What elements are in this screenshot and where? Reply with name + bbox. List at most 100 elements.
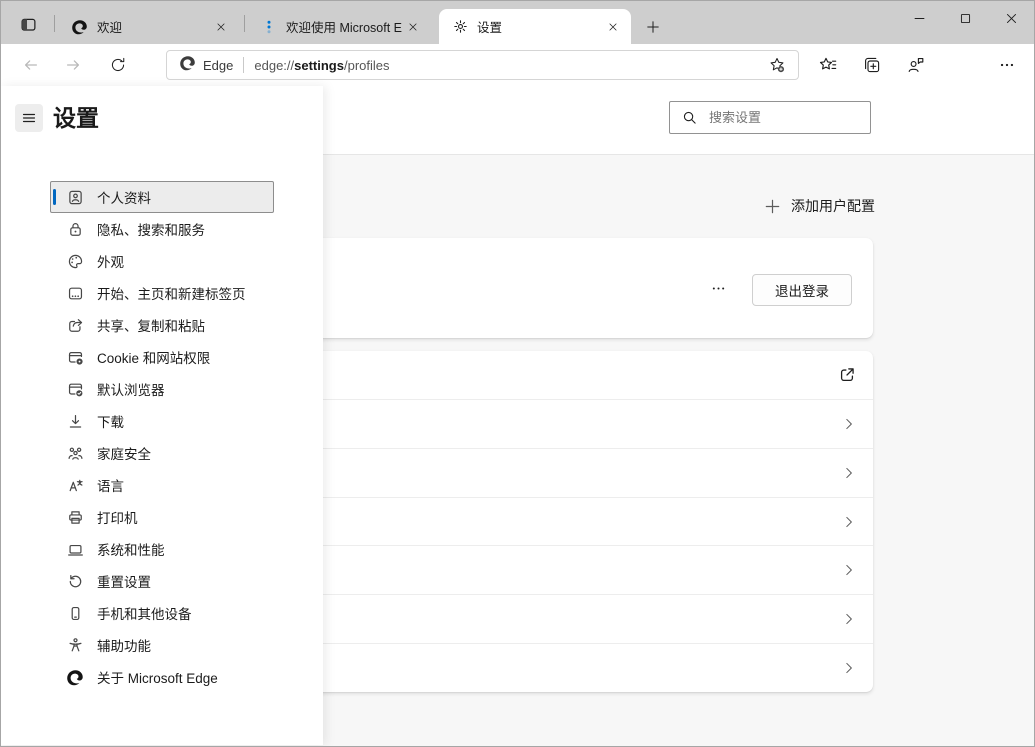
edge-logo-icon (180, 55, 196, 76)
tab-close-icon[interactable] (210, 16, 232, 38)
sidebar-item-reset-settings[interactable]: 重置设置 (50, 565, 274, 597)
address-divider (243, 57, 244, 73)
profile-card-icon (67, 189, 84, 206)
browser-check-icon (67, 381, 84, 398)
chevron-right-icon (842, 612, 856, 626)
refresh-button[interactable] (104, 51, 132, 79)
address-bar[interactable]: Edge edge://settings/profiles (166, 50, 799, 80)
accessibility-icon (67, 637, 84, 654)
back-button[interactable] (17, 51, 45, 79)
sidebar-item-share-copy-paste[interactable]: 共享、复制和粘贴 (50, 309, 274, 341)
loading-dots-icon (261, 19, 277, 35)
search-icon (682, 110, 697, 125)
tab-title: 设置 (477, 17, 602, 36)
settings-more-icon[interactable] (993, 51, 1021, 79)
laptop-icon (67, 541, 84, 558)
plus-icon (764, 198, 781, 215)
chevron-right-icon (842, 417, 856, 431)
sidebar-item-label: 下载 (97, 411, 124, 431)
share-icon (67, 317, 84, 334)
feedback-person-chat-icon[interactable] (902, 51, 930, 79)
menu-toggle-button[interactable] (15, 104, 43, 132)
tab-title: 欢迎 (97, 17, 210, 36)
new-tab-button[interactable] (640, 14, 666, 40)
sidebar-item-languages[interactable]: 语言 (50, 469, 274, 501)
translate-icon (67, 477, 84, 494)
sidebar-item-label: 手机和其他设备 (97, 603, 192, 623)
add-profile-button[interactable]: 添加用户配置 (764, 196, 875, 216)
chevron-right-icon (842, 515, 856, 529)
sidebar-item-label: Cookie 和网站权限 (97, 347, 210, 367)
minimize-button[interactable] (896, 1, 942, 36)
sidebar-item-appearance[interactable]: 外观 (50, 245, 274, 277)
tab-welcome-edge[interactable]: 欢迎使用 Microsoft Edge (248, 9, 431, 44)
tab-settings[interactable]: 设置 (439, 9, 631, 44)
sidebar-item-cookies-permissions[interactable]: Cookie 和网站权限 (50, 341, 274, 373)
gear-icon (452, 19, 468, 35)
sidebar-item-label: 重置设置 (97, 571, 151, 591)
sidebar-item-label: 语言 (97, 475, 124, 495)
sidebar-item-printers[interactable]: 打印机 (50, 501, 274, 533)
tab-separator (244, 15, 245, 32)
sidebar-item-label: 共享、复制和粘贴 (97, 315, 205, 335)
chevron-right-icon (842, 563, 856, 577)
tab-separator (54, 15, 55, 32)
title-bar: 欢迎 欢迎使用 Microsoft Edge 设置 (1, 1, 1034, 44)
sidebar-item-label: 打印机 (97, 507, 138, 527)
close-button[interactable] (988, 1, 1034, 36)
sidebar-item-phone-devices[interactable]: 手机和其他设备 (50, 597, 274, 629)
reset-icon (67, 573, 84, 590)
edge-logo-icon (67, 669, 84, 686)
sidebar-item-downloads[interactable]: 下载 (50, 405, 274, 437)
sidebar-item-label: 隐私、搜索和服务 (97, 219, 205, 239)
sidebar-item-start-home-newtab[interactable]: 开始、主页和新建标签页 (50, 277, 274, 309)
browser-toolbar: Edge edge://settings/profiles (1, 44, 1034, 86)
cookie-gear-icon (67, 349, 84, 366)
page-title: 设置 (53, 99, 99, 133)
tab-actions-icon (20, 16, 37, 33)
search-input[interactable] (707, 109, 861, 126)
tab-actions-menu-button[interactable] (13, 11, 43, 37)
sidebar-item-label: 个人资料 (97, 187, 151, 207)
printer-icon (67, 509, 84, 526)
hamburger-icon (21, 110, 37, 126)
tab-title: 欢迎使用 Microsoft Edge (286, 17, 402, 36)
collections-icon[interactable] (858, 51, 886, 79)
family-icon (67, 445, 84, 462)
edge-browser-window: 欢迎 欢迎使用 Microsoft Edge 设置 (0, 0, 1035, 747)
sidebar-item-family-safety[interactable]: 家庭安全 (50, 437, 274, 469)
sign-out-button[interactable]: 退出登录 (752, 274, 852, 306)
maximize-button[interactable] (942, 1, 988, 36)
download-icon (67, 413, 84, 430)
window-controls (896, 1, 1034, 36)
add-favorite-icon[interactable] (765, 53, 789, 77)
sidebar-item-label: 开始、主页和新建标签页 (97, 283, 246, 303)
add-profile-label: 添加用户配置 (791, 196, 875, 216)
lock-icon (67, 221, 84, 238)
sidebar-item-system-performance[interactable]: 系统和性能 (50, 533, 274, 565)
tab-close-icon[interactable] (602, 16, 624, 38)
external-link-icon (838, 366, 856, 384)
sidebar-item-accessibility[interactable]: 辅助功能 (50, 629, 274, 661)
phone-icon (67, 605, 84, 622)
sidebar-item-label: 家庭安全 (97, 443, 151, 463)
favorites-icon[interactable] (814, 51, 842, 79)
sidebar-item-privacy[interactable]: 隐私、搜索和服务 (50, 213, 274, 245)
sidebar-item-label: 默认浏览器 (97, 379, 165, 399)
forward-button[interactable] (59, 51, 87, 79)
sidebar-item-about-edge[interactable]: 关于 Microsoft Edge (50, 661, 274, 693)
layout-icon (67, 285, 84, 302)
sidebar-item-default-browser[interactable]: 默认浏览器 (50, 373, 274, 405)
sidebar-nav: 个人资料 隐私、搜索和服务 外观 开始、主页和新建标签页 (50, 181, 274, 693)
sidebar-item-label: 关于 Microsoft Edge (97, 667, 218, 687)
tab-welcome[interactable]: 欢迎 (59, 9, 239, 44)
sidebar-item-profile[interactable]: 个人资料 (50, 181, 274, 213)
settings-search-box[interactable] (669, 101, 871, 134)
sidebar-item-label: 系统和性能 (97, 539, 165, 559)
chevron-right-icon (842, 661, 856, 675)
edge-logo-icon (72, 19, 88, 35)
url-text: edge://settings/profiles (254, 58, 389, 73)
settings-sidebar: 设置 个人资料 隐私、搜索和服务 外观 (1, 86, 323, 745)
more-options-icon[interactable] (704, 275, 732, 301)
tab-close-icon[interactable] (402, 16, 424, 38)
